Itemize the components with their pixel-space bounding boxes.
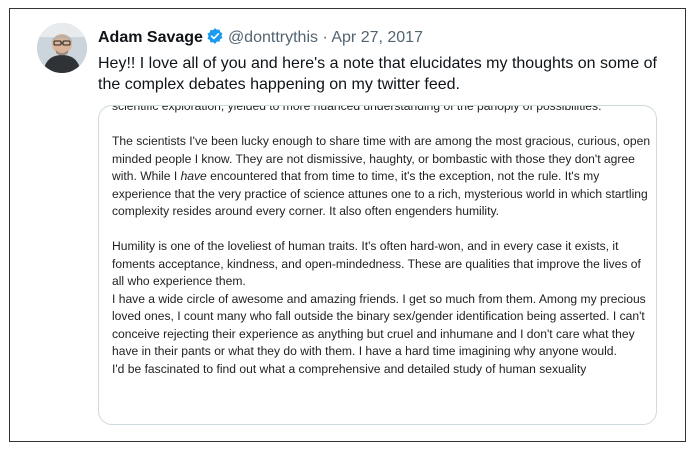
tweet-card[interactable]: Adam Savage @donttrythis · Apr 27, 2017 H…: [9, 8, 686, 442]
note-text: scientific exploration, yielded to more …: [112, 105, 652, 378]
attached-note-image[interactable]: scientific exploration, yielded to more …: [98, 105, 657, 425]
note-paragraph-3: I have a wide circle of awesome and amaz…: [112, 291, 646, 359]
note-line-top: scientific exploration, yielded to more …: [112, 105, 602, 113]
author-name[interactable]: Adam Savage: [98, 29, 203, 46]
tweet-date[interactable]: Apr 27, 2017: [331, 29, 423, 46]
avatar[interactable]: [37, 23, 87, 73]
note-line-bottom: I'd be fascinated to find out what a com…: [112, 361, 587, 376]
note-p1-emphasis: have: [180, 169, 207, 183]
verified-badge-icon: [206, 27, 224, 51]
note-paragraph-2: Humility is one of the loveliest of huma…: [112, 239, 641, 288]
tweet-text: Hey!! I love all of you and here's a not…: [98, 55, 657, 93]
author-handle[interactable]: @donttrythis: [228, 29, 318, 46]
separator-dot: ·: [322, 29, 328, 46]
note-paragraph-1: The scientists I've been lucky enough to…: [112, 133, 652, 221]
tweet-header: Adam Savage @donttrythis · Apr 27, 2017: [98, 27, 423, 51]
